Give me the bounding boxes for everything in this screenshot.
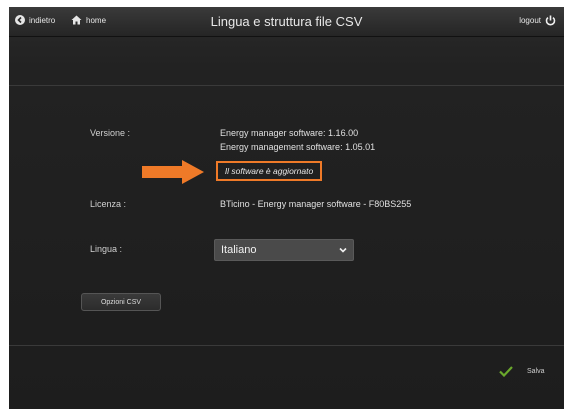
logout-label: logout	[519, 16, 541, 25]
power-icon	[545, 15, 556, 26]
csv-options-button[interactable]: Opzioni CSV	[81, 293, 161, 311]
arrow-right-icon	[142, 160, 204, 184]
update-status: Il software è aggiornato	[216, 161, 322, 181]
language-selected: Italiano	[221, 244, 257, 256]
language-label: Lingua :	[90, 244, 123, 254]
license-value: BTicino - Energy manager software - F80B…	[220, 199, 412, 209]
divider	[9, 345, 564, 346]
divider	[9, 85, 564, 86]
version-line-2: Energy management software: 1.05.01	[220, 142, 376, 152]
app-window: indietro home Lingua e struttura file CS…	[9, 7, 564, 409]
chevron-down-icon	[339, 247, 347, 253]
logout-button[interactable]: logout	[519, 15, 556, 26]
version-line-1: Energy manager software: 1.16.00	[220, 128, 359, 138]
save-button[interactable]: Salva	[499, 366, 545, 377]
version-label: Versione :	[90, 128, 131, 138]
license-label: Licenza :	[90, 199, 127, 209]
save-label: Salva	[527, 368, 545, 375]
top-bar: indietro home Lingua e struttura file CS…	[9, 7, 564, 37]
language-select[interactable]: Italiano	[214, 239, 354, 261]
page-title: Lingua e struttura file CSV	[210, 14, 363, 29]
check-icon	[499, 366, 513, 377]
